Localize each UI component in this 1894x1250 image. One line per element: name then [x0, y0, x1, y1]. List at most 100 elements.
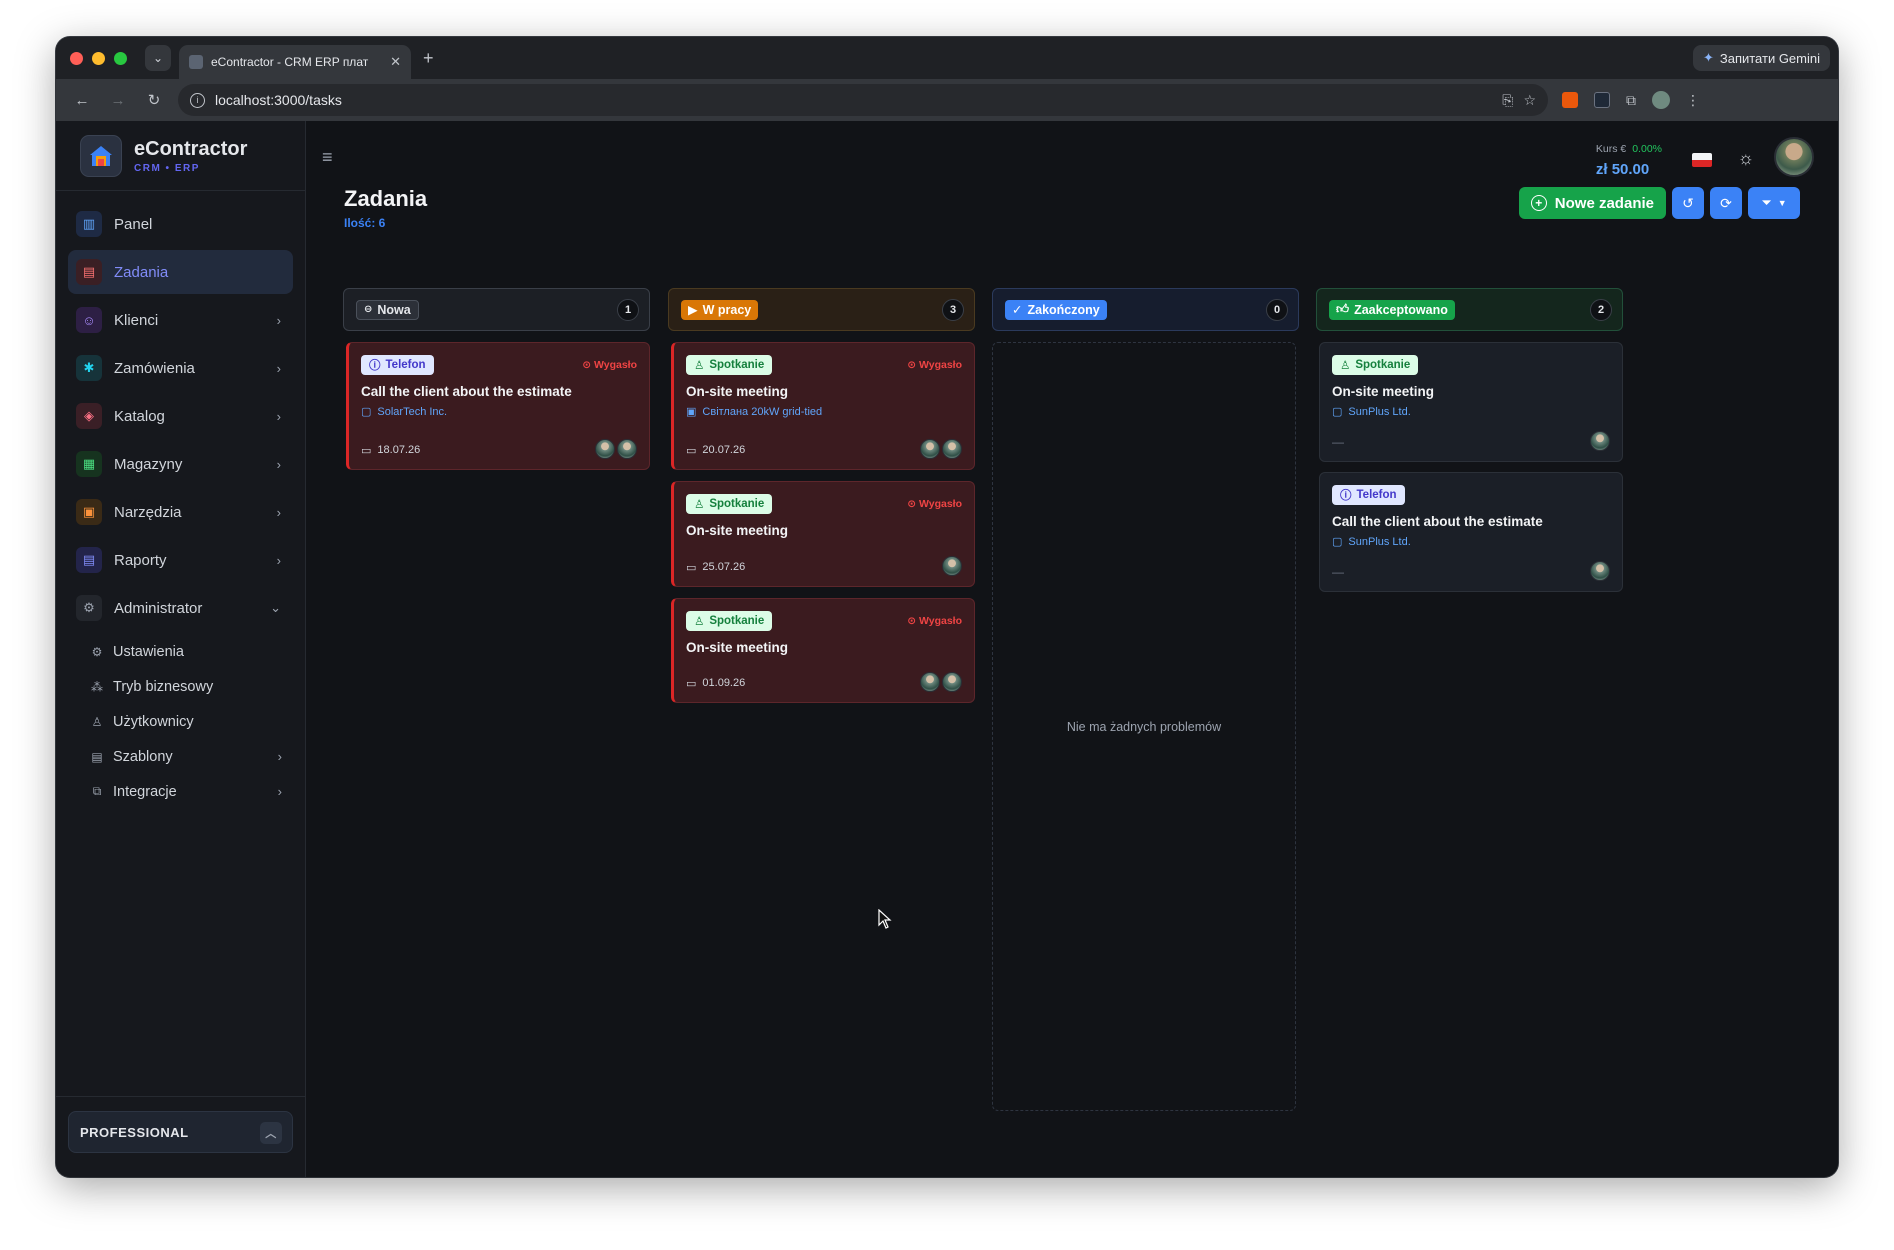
site-info-icon[interactable]: i	[190, 92, 205, 108]
forward-button[interactable]: →	[100, 92, 136, 109]
empty-dropzone[interactable]: Nie ma żadnych problemów	[992, 342, 1296, 1111]
undo-button[interactable]: ↺	[1672, 187, 1704, 219]
back-button[interactable]: ←	[64, 92, 100, 109]
browser-tab[interactable]: eContractor - CRM ERP плат ✕	[179, 45, 411, 79]
client-link[interactable]: ▢ SunPlus Ltd.	[1332, 405, 1610, 419]
task-card[interactable]: ⓘ Telefon ⊙ Wygasło Call the client about…	[346, 342, 650, 470]
url-text: localhost:3000/tasks	[215, 92, 342, 108]
avatar[interactable]	[920, 672, 940, 692]
task-card[interactable]: ♙ Spotkanie ⊙ Wygasło On-site meeting ▭ 01…	[671, 598, 975, 703]
plan-badge[interactable]: PROFESSIONAL ︿	[68, 1111, 293, 1153]
close-tab-icon[interactable]: ✕	[390, 54, 401, 70]
avatar[interactable]	[942, 672, 962, 692]
sidebar-sub-uzytkownicy[interactable]: ♙ Użytkownicy	[90, 704, 294, 739]
sidebar-item-panel[interactable]: ▥ Panel	[68, 202, 293, 246]
close-window-button[interactable]	[70, 51, 83, 65]
task-title: Call the client about the estimate	[1332, 514, 1543, 529]
client-link[interactable]: ▢ SunPlus Ltd.	[1332, 535, 1610, 549]
sidebar-sub-ustawienia[interactable]: ⚙ Ustawienia	[90, 634, 294, 669]
assignees	[595, 439, 637, 459]
assignees	[920, 672, 962, 692]
sun-icon[interactable]: ☼	[1738, 148, 1755, 169]
client-link[interactable]: ▢ SolarTech Inc.	[361, 405, 637, 419]
poland-flag-icon[interactable]	[1692, 153, 1712, 167]
undo-icon: ↺	[1682, 194, 1694, 211]
chevron-up-icon[interactable]: ︿	[260, 1122, 282, 1144]
filter-button[interactable]: ⏷ ▼	[1748, 187, 1800, 219]
sidebar-item-zadania[interactable]: ▤ Zadania	[68, 250, 293, 294]
due-date: ▭ 20.07.26	[686, 444, 745, 457]
avatar[interactable]	[920, 439, 940, 459]
sidebar-item-administrator[interactable]: ⚙ Administrator ⌄	[68, 586, 293, 630]
task-card[interactable]: ♙ Spotkanie ⊙ Wygasło On-site meeting ▣ Св…	[671, 342, 975, 470]
sidebar-item-label: Administrator	[114, 599, 203, 617]
column-name: Zakończony	[1027, 302, 1100, 317]
task-card[interactable]: ♙ Spotkanie On-site meeting ▢ SunPlus Ltd.…	[1319, 342, 1623, 462]
column-header: ⊖ Nowa 1	[343, 288, 650, 331]
calendar-icon: ▭	[686, 677, 697, 690]
reload-button[interactable]: ↻	[136, 91, 172, 109]
kebab-menu-icon[interactable]: ⋮	[1686, 92, 1700, 109]
sidebar-sub-label: Integracje	[113, 783, 177, 800]
tab-bar: ⌄ eContractor - CRM ERP плат ✕ + ✦ Запит…	[56, 37, 1838, 79]
zoom-window-button[interactable]	[114, 51, 127, 65]
column-header: ✓ Zakończony 0	[992, 288, 1299, 331]
sidebar-sub-szablony[interactable]: ▤ Szablony ›	[90, 739, 294, 774]
task-type-label: Telefon	[1356, 489, 1397, 501]
sidebar-item-narzedzia[interactable]: ▣ Narzędzia ›	[68, 490, 293, 534]
sidebar-sub-tryb-biznesowy[interactable]: ⁂ Tryb biznesowy	[90, 669, 294, 704]
sidebar-item-label: Raporty	[114, 551, 167, 569]
circle-icon: ⊖	[364, 304, 373, 315]
phone-icon: ⓘ	[369, 360, 381, 372]
sidebar-item-zamowienia[interactable]: ✱ Zamówienia ›	[68, 346, 293, 390]
task-card[interactable]: ⓘ Telefon Call the client about the estim…	[1319, 472, 1623, 592]
new-tab-button[interactable]: +	[423, 48, 434, 69]
chevron-right-icon: ›	[277, 749, 282, 764]
expired-status: ⊙ Wygasło	[582, 359, 637, 371]
document-icon: ▤	[76, 547, 102, 573]
brand[interactable]: eContractor CRM • ERP	[56, 121, 305, 191]
minimize-window-button[interactable]	[92, 51, 105, 65]
profile-avatar[interactable]	[1652, 91, 1670, 109]
new-task-button[interactable]: + Nowe zadanie	[1518, 187, 1666, 219]
sidebar-item-raporty[interactable]: ▤ Raporty ›	[68, 538, 293, 582]
gemini-button[interactable]: ✦ Запитати Gemini	[1692, 45, 1830, 71]
rate-change: 0.00%	[1632, 143, 1662, 155]
due-date-text: —	[1332, 435, 1344, 449]
project-link[interactable]: ▣ Світлана 20kW grid-tied	[686, 405, 962, 419]
check-icon: ✓	[1012, 303, 1023, 317]
avatar[interactable]	[1590, 431, 1610, 451]
chevron-right-icon: ›	[276, 360, 281, 376]
chevron-down-icon: ⌄	[270, 600, 281, 615]
people-icon: ♙	[694, 360, 705, 372]
task-title: On-site meeting	[686, 640, 789, 655]
task-type-badge: ♙ Spotkanie	[686, 611, 773, 631]
task-card[interactable]: ♙ Spotkanie ⊙ Wygasło On-site meeting ▭ 25…	[671, 481, 975, 587]
client-name: SolarTech Inc.	[377, 405, 448, 418]
sidebar-item-magazyny[interactable]: ▦ Magazyny ›	[68, 442, 293, 486]
sidebar-sub-label: Tryb biznesowy	[113, 678, 214, 695]
avatar[interactable]	[1774, 137, 1814, 177]
sidebar-item-katalog[interactable]: ◈ Katalog ›	[68, 394, 293, 438]
sidebar-sub-integracje[interactable]: ⧉ Integracje ›	[90, 774, 294, 809]
figma-extension-icon[interactable]	[1594, 92, 1610, 108]
menu-toggle-icon[interactable]: ≡	[322, 147, 333, 168]
plus-circle-icon: +	[1530, 195, 1547, 211]
puzzle-icon[interactable]: ⧉	[1626, 92, 1636, 109]
avatar[interactable]	[595, 439, 615, 459]
avatar[interactable]	[1590, 561, 1610, 581]
avatar[interactable]	[617, 439, 637, 459]
address-bar[interactable]: i localhost:3000/tasks ⎘ ☆	[178, 84, 1548, 116]
install-app-icon[interactable]: ⎘	[1502, 92, 1513, 109]
card-footer: ▭ 25.07.26	[686, 556, 962, 578]
refresh-button[interactable]: ⟳	[1710, 187, 1742, 219]
extension-icon[interactable]	[1562, 92, 1578, 108]
tab-search-button[interactable]: ⌄	[145, 45, 171, 71]
task-title: Call the client about the estimate	[361, 384, 572, 399]
avatar[interactable]	[942, 556, 962, 576]
chevron-down-icon: ⌄	[152, 51, 164, 65]
avatar[interactable]	[942, 439, 962, 459]
sidebar-item-klienci[interactable]: ☺ Klienci ›	[68, 298, 293, 342]
bookmark-star-icon[interactable]: ☆	[1523, 92, 1536, 109]
column-zakonczony: ✓ Zakończony 0 Nie ma żadnych problemów	[992, 288, 1299, 1111]
